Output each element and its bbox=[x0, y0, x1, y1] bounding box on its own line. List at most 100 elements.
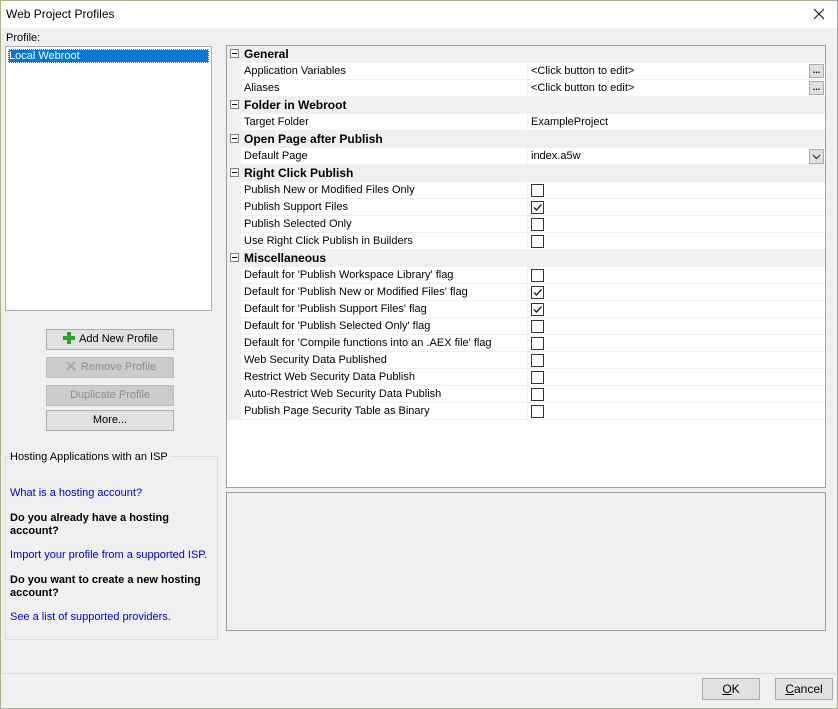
property-grid[interactable]: General Application Variables <Click but… bbox=[226, 45, 826, 488]
column-divider bbox=[527, 216, 528, 233]
category-miscellaneous[interactable]: Miscellaneous bbox=[227, 250, 825, 267]
x-icon bbox=[66, 361, 76, 371]
property-name: Web Security Data Published bbox=[244, 354, 387, 366]
property-row[interactable]: Default for 'Publish Selected Only' flag bbox=[227, 318, 825, 335]
edit-ellipsis-button[interactable]: ... bbox=[809, 64, 824, 78]
category-folder-in-webroot[interactable]: Folder in Webroot bbox=[227, 97, 825, 114]
property-row[interactable]: Default for 'Publish Workspace Library' … bbox=[227, 267, 825, 284]
row-gutter bbox=[227, 318, 241, 335]
cancel-label: ancel bbox=[793, 682, 823, 696]
row-gutter bbox=[227, 284, 241, 301]
property-name: Default for 'Publish Workspace Library' … bbox=[244, 269, 454, 281]
row-gutter bbox=[227, 182, 241, 199]
property-name: Default for 'Publish Support Files' flag bbox=[244, 303, 427, 315]
property-value: <Click button to edit> bbox=[531, 82, 635, 94]
column-divider bbox=[527, 369, 528, 386]
checkbox[interactable] bbox=[531, 235, 544, 248]
profile-label: Profile: bbox=[6, 32, 41, 44]
window-title: Web Project Profiles bbox=[6, 7, 115, 21]
checkbox[interactable] bbox=[531, 337, 544, 350]
edit-ellipsis-button[interactable]: ... bbox=[809, 81, 824, 95]
property-row[interactable]: Aliases <Click button to edit> ... bbox=[227, 80, 825, 97]
category-label: Folder in Webroot bbox=[244, 98, 347, 112]
checkbox[interactable] bbox=[531, 405, 544, 418]
column-divider bbox=[527, 267, 528, 284]
checkmark-icon bbox=[533, 204, 543, 212]
supported-providers-link[interactable]: See a list of supported providers. bbox=[10, 611, 171, 623]
category-open-page[interactable]: Open Page after Publish bbox=[227, 131, 825, 148]
minus-icon[interactable] bbox=[230, 168, 239, 177]
profile-list[interactable]: Local Webroot bbox=[5, 46, 212, 311]
property-value[interactable]: ExampleProject bbox=[531, 116, 608, 128]
remove-profile-button[interactable]: Remove Profile bbox=[46, 357, 174, 378]
remove-profile-label: Remove Profile bbox=[80, 361, 157, 373]
property-row[interactable]: Default for 'Compile functions into an .… bbox=[227, 335, 825, 352]
checkbox[interactable] bbox=[531, 184, 544, 197]
minus-icon[interactable] bbox=[230, 253, 239, 262]
property-row[interactable]: Restrict Web Security Data Publish bbox=[227, 369, 825, 386]
property-row[interactable]: Default for 'Publish Support Files' flag bbox=[227, 301, 825, 318]
minus-icon[interactable] bbox=[230, 100, 239, 109]
property-row[interactable]: Application Variables <Click button to e… bbox=[227, 63, 825, 80]
minus-icon[interactable] bbox=[230, 134, 239, 143]
property-name: Publish Selected Only bbox=[244, 218, 352, 230]
duplicate-profile-button[interactable]: Duplicate Profile bbox=[46, 385, 174, 406]
property-value: <Click button to edit> bbox=[531, 65, 635, 77]
close-button[interactable] bbox=[805, 2, 833, 26]
property-row[interactable]: Default Page index.a5w bbox=[227, 148, 825, 165]
import-profile-link[interactable]: Import your profile from a supported ISP… bbox=[10, 549, 207, 561]
hosting-account-link[interactable]: What is a hosting account? bbox=[10, 487, 142, 499]
column-divider bbox=[527, 284, 528, 301]
column-divider bbox=[527, 63, 528, 80]
row-gutter bbox=[227, 80, 241, 97]
have-account-question: Do you already have a hosting account? bbox=[10, 512, 169, 537]
property-row[interactable]: Default for 'Publish New or Modified Fil… bbox=[227, 284, 825, 301]
property-row[interactable]: Publish Support Files bbox=[227, 199, 825, 216]
dropdown-button[interactable] bbox=[809, 149, 824, 164]
cancel-button[interactable]: Cancel bbox=[775, 678, 833, 700]
row-gutter bbox=[227, 335, 241, 352]
more-button[interactable]: More... bbox=[46, 410, 174, 431]
column-divider bbox=[527, 148, 528, 165]
category-general[interactable]: General bbox=[227, 46, 825, 63]
property-name: Use Right Click Publish in Builders bbox=[244, 235, 413, 247]
checkbox[interactable] bbox=[531, 218, 544, 231]
checkbox[interactable] bbox=[531, 388, 544, 401]
property-name: Restrict Web Security Data Publish bbox=[244, 371, 415, 383]
property-name: Default for 'Publish New or Modified Fil… bbox=[244, 286, 468, 298]
row-gutter bbox=[227, 403, 241, 420]
property-name: Aliases bbox=[244, 82, 280, 94]
ok-button[interactable]: OK bbox=[702, 678, 760, 700]
row-gutter bbox=[227, 301, 241, 318]
plus-icon bbox=[63, 332, 76, 344]
property-name: Default for 'Compile functions into an .… bbox=[244, 337, 492, 349]
minus-icon[interactable] bbox=[230, 49, 239, 58]
property-row[interactable]: Publish Selected Only bbox=[227, 216, 825, 233]
category-label: General bbox=[244, 47, 289, 61]
checkbox[interactable] bbox=[531, 201, 544, 214]
property-row[interactable]: Web Security Data Published bbox=[227, 352, 825, 369]
property-row[interactable]: Auto-Restrict Web Security Data Publish bbox=[227, 386, 825, 403]
property-row[interactable]: Use Right Click Publish in Builders bbox=[227, 233, 825, 250]
column-divider bbox=[527, 114, 528, 131]
property-row[interactable]: Publish New or Modified Files Only bbox=[227, 182, 825, 199]
add-new-profile-label: Add New Profile bbox=[79, 333, 158, 345]
property-name: Auto-Restrict Web Security Data Publish bbox=[244, 388, 442, 400]
property-row[interactable]: Target Folder ExampleProject bbox=[227, 114, 825, 131]
checkbox[interactable] bbox=[531, 354, 544, 367]
column-divider bbox=[527, 233, 528, 250]
checkmark-icon bbox=[533, 289, 543, 297]
add-new-profile-button[interactable]: Add New Profile bbox=[46, 329, 174, 350]
category-right-click-publish[interactable]: Right Click Publish bbox=[227, 165, 825, 182]
checkbox[interactable] bbox=[531, 286, 544, 299]
default-page-select[interactable]: index.a5w bbox=[531, 150, 581, 162]
isp-heading: Hosting Applications with an ISP bbox=[10, 451, 170, 463]
checkbox[interactable] bbox=[531, 269, 544, 282]
row-gutter bbox=[227, 216, 241, 233]
profile-item-local-webroot[interactable]: Local Webroot bbox=[8, 49, 209, 63]
checkbox[interactable] bbox=[531, 303, 544, 316]
checkbox[interactable] bbox=[531, 371, 544, 384]
more-label: More... bbox=[92, 414, 128, 426]
property-row[interactable]: Publish Page Security Table as Binary bbox=[227, 403, 825, 420]
checkbox[interactable] bbox=[531, 320, 544, 333]
